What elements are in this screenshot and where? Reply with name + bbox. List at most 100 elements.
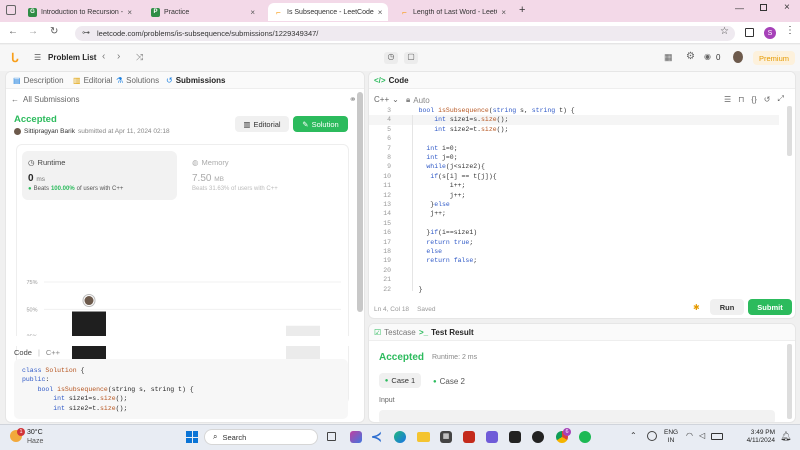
editor-line[interactable]: 17 return true; [369, 238, 779, 247]
store-icon[interactable]: ▦ [440, 431, 452, 443]
edge-icon[interactable] [394, 431, 406, 443]
close-tab-icon[interactable]: × [250, 8, 255, 17]
bookmark-icon[interactable]: ⊓ [738, 95, 744, 104]
editor-line[interactable]: 14 j++; [369, 209, 779, 218]
profile-avatar[interactable]: S [764, 27, 776, 39]
bookmark-star-icon[interactable]: ☆ [720, 26, 729, 37]
editor-line[interactable]: 7 int i=0; [369, 144, 779, 153]
maximize-icon[interactable] [760, 4, 767, 11]
spotify-icon[interactable] [579, 431, 591, 443]
run-button[interactable]: Run [710, 299, 744, 315]
braces-icon[interactable]: {} [751, 95, 756, 104]
auto-mode[interactable]: 🔒︎ Auto [406, 95, 430, 105]
editor-line[interactable]: 10 if(s[i] == t[j]){ [369, 172, 779, 181]
tab-testcase[interactable]: ☑ Testcase [374, 328, 416, 337]
close-tab-icon[interactable]: × [501, 8, 506, 17]
tab-editorial[interactable]: ▥ Editorial [73, 76, 112, 85]
browser-tab-2[interactable]: P Practice × [145, 3, 261, 21]
task-view-icon[interactable] [327, 432, 336, 441]
editor-line[interactable]: 9 while(j<size2){ [369, 162, 779, 171]
editorial-button[interactable]: ▥ Editorial [235, 116, 289, 132]
prev-problem-icon[interactable]: ‹ [102, 51, 105, 62]
editor-line[interactable]: 5 int size2=t.size(); [369, 125, 779, 134]
browser-menu-icon[interactable]: ⋮ [785, 25, 795, 36]
editor-line[interactable]: 13 }else [369, 200, 779, 209]
tab-solutions[interactable]: ⚗ Solutions [116, 76, 159, 85]
submit-button[interactable]: Submit [748, 299, 792, 315]
battery-icon[interactable] [711, 433, 723, 440]
format-icon[interactable]: ☰ [724, 95, 731, 104]
share-link-icon[interactable]: ⚭ [349, 94, 357, 105]
editor-line[interactable]: 16 }if(i==size1) [369, 228, 779, 237]
volume-icon[interactable]: ◁ [699, 431, 705, 440]
code-editor[interactable]: 3 bool isSubsequence(string s, string t)… [369, 106, 789, 294]
onedrive-icon[interactable] [647, 431, 657, 441]
editor-line[interactable]: 21 [369, 275, 779, 284]
office-icon[interactable] [463, 431, 475, 443]
editor-line[interactable]: 4 int size1=s.size(); [369, 115, 779, 125]
editor-line[interactable]: 6 [369, 134, 779, 143]
editor-line[interactable]: 19 return false; [369, 256, 779, 265]
clock[interactable]: 3:49 PM 4/11/2024 [727, 429, 775, 445]
leetcode-logo-icon[interactable]: ᒐ [11, 51, 23, 65]
notification-bell-icon[interactable]: 🔔︎ [780, 431, 791, 442]
tab-description[interactable]: ▤ Description [13, 76, 64, 85]
problem-list-link[interactable]: Problem List [48, 53, 96, 62]
taskbar-search[interactable]: ⌕ Search [204, 429, 318, 445]
reload-icon[interactable]: ↻ [50, 26, 58, 37]
input-language[interactable]: ENG IN [664, 429, 678, 445]
premium-button[interactable]: Premium [753, 51, 795, 65]
close-tab-icon[interactable]: × [378, 8, 383, 17]
timer-icon[interactable]: ◷ [384, 52, 398, 64]
editor-line[interactable]: 8 int j=0; [369, 153, 779, 162]
left-scrollbar[interactable] [357, 92, 363, 312]
minimize-icon[interactable]: — [735, 3, 744, 13]
capcut-icon[interactable] [509, 431, 521, 443]
copilot-icon[interactable] [350, 431, 362, 443]
notes-icon[interactable]: ▢ [404, 52, 418, 64]
username[interactable]: Sittipragyan Barik [24, 128, 75, 135]
debug-icon[interactable]: ✱ [693, 303, 700, 312]
editor-line[interactable]: 15 [369, 219, 779, 228]
editor-line[interactable]: 12 j++; [369, 191, 779, 200]
editor-line[interactable]: 3 bool isSubsequence(string s, string t)… [369, 106, 779, 115]
file-explorer-icon[interactable] [417, 432, 430, 442]
editor-line[interactable]: 11 i++; [369, 181, 779, 190]
url-field[interactable]: ⊶ leetcode.com/problems/is-subsequence/s… [75, 26, 735, 41]
photos-icon[interactable] [486, 431, 498, 443]
back-icon[interactable]: ← [8, 26, 18, 37]
solution-button[interactable]: ✎ Solution [293, 116, 348, 132]
fullscreen-icon[interactable]: ⤢ [777, 94, 783, 104]
tab-submissions[interactable]: ↺ Submissions [166, 76, 226, 85]
browser-tab-4[interactable]: ⌐ Length of Last Word - LeetCode × [394, 3, 512, 21]
case-1-tab[interactable]: ● Case 1 [379, 373, 421, 388]
forward-icon[interactable]: → [28, 26, 38, 37]
site-info-icon[interactable]: ⊶ [82, 28, 90, 37]
side-panel-icon[interactable] [745, 28, 754, 37]
tab-search-icon[interactable] [6, 5, 16, 15]
new-tab-button[interactable]: + [519, 4, 525, 16]
tab-test-result[interactable]: >_ Test Result [419, 328, 474, 337]
editor-line[interactable]: 18 else [369, 247, 779, 256]
reset-icon[interactable]: ↺ [764, 95, 771, 104]
case-2-tab[interactable]: ● Case 2 [433, 377, 465, 386]
close-window-icon[interactable]: × [784, 2, 790, 13]
tray-chevron-icon[interactable]: ⌃ [630, 431, 637, 440]
layout-icon[interactable]: ▦ [664, 52, 673, 63]
close-tab-icon[interactable]: × [127, 8, 132, 17]
memory-header[interactable]: ◍ Memory [192, 158, 229, 167]
editor-scrollbar[interactable] [787, 106, 792, 156]
editor-line[interactable]: 22 } [369, 285, 779, 294]
browser-tab-1[interactable]: G Introduction to Recursion - Dat × [22, 3, 138, 21]
all-submissions-link[interactable]: ← All Submissions [11, 95, 79, 104]
settings-gear-icon[interactable]: ⚙ [686, 51, 695, 62]
windows-start-icon[interactable] [186, 431, 198, 443]
user-avatar[interactable] [733, 51, 743, 63]
next-problem-icon[interactable]: › [117, 51, 120, 62]
vscode-icon[interactable]: ≺ [371, 429, 382, 445]
github-icon[interactable] [532, 431, 544, 443]
language-select[interactable]: C++ ⌄ [374, 95, 399, 104]
editor-line[interactable]: 20 [369, 266, 779, 275]
wifi-icon[interactable]: ◠ [686, 431, 693, 440]
shuffle-icon[interactable]: ⤨ [136, 52, 143, 63]
